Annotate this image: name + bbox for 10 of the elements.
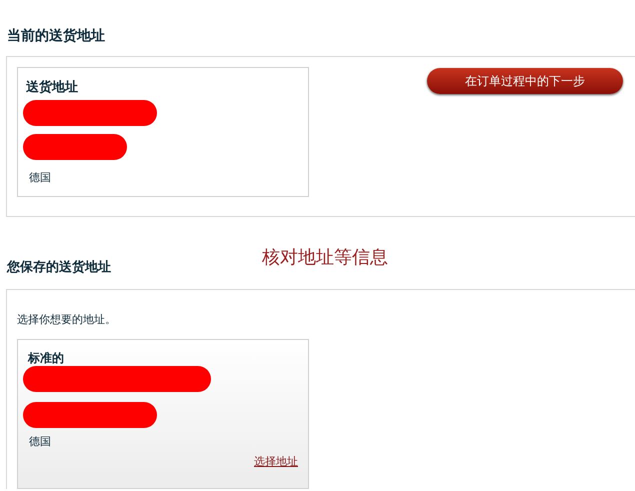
next-step-button[interactable]: 在订单过程中的下一步 [427, 68, 623, 94]
instruction-text: 选择你想要的地址。 [17, 312, 117, 328]
select-address-link[interactable]: 选择地址 [254, 454, 298, 470]
country-text: 德国 [29, 434, 52, 450]
country-text: 德国 [29, 170, 52, 186]
annotation-text: 核对地址等信息 [262, 246, 388, 270]
section-heading: 当前的送货地址 [7, 27, 106, 46]
card-title: 标准的 [28, 352, 65, 364]
card-title: 送货地址 [26, 79, 79, 97]
section-heading: 您保存的送货地址 [7, 258, 112, 276]
